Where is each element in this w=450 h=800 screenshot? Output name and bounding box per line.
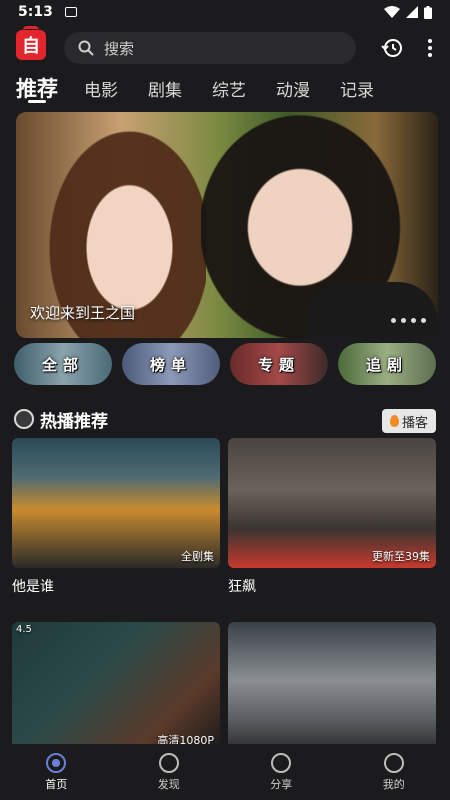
chip-following[interactable]: 追剧 [338, 343, 436, 385]
banner-page-indicator [391, 318, 426, 323]
tab-series[interactable]: 剧集 [148, 76, 182, 101]
rating-badge: 4.5 [16, 624, 32, 635]
signal-icon [406, 6, 418, 18]
chip-topics[interactable]: 专题 [230, 343, 328, 385]
profile-icon [383, 752, 404, 773]
featured-banner[interactable]: 欢迎来到王之国 [16, 112, 438, 338]
tab-documentary[interactable]: 记录 [340, 76, 374, 101]
nav-label: 分享 [270, 777, 293, 791]
bottom-navigation: 首页 发现 分享 我的 [0, 744, 450, 800]
nav-label: 发现 [157, 777, 180, 791]
video-poster: 4.5 高清1080P [12, 622, 220, 752]
episode-badge: 全剧集 [181, 550, 214, 563]
status-bar: 5:13 [0, 0, 450, 24]
nav-discover[interactable]: 发现 [113, 744, 226, 800]
section-title: 热播推荐 [40, 412, 108, 432]
app-bar: 自 搜索 [0, 26, 450, 68]
banner-caption: 欢迎来到王之国 [30, 304, 136, 322]
history-icon[interactable] [380, 36, 404, 60]
image-notification-icon [64, 7, 77, 17]
status-icons [384, 5, 432, 19]
episode-badge: 更新至39集 [372, 550, 430, 563]
video-title: 狂飙 [228, 579, 256, 595]
video-card[interactable]: 4.5 高清1080P [12, 622, 220, 752]
search-input[interactable]: 搜索 [64, 32, 356, 64]
wifi-icon [384, 6, 400, 18]
nav-label: 首页 [45, 777, 68, 791]
discover-icon [158, 752, 179, 773]
search-icon [78, 40, 94, 56]
video-card[interactable] [228, 622, 436, 752]
nav-profile[interactable]: 我的 [338, 744, 450, 800]
video-poster [228, 622, 436, 752]
tab-active-indicator [28, 100, 46, 103]
nav-share[interactable]: 分享 [225, 744, 338, 800]
status-time: 5:13 [18, 4, 53, 20]
app-logo[interactable]: 自 [16, 26, 46, 60]
video-card[interactable]: 全剧集 他是谁 [12, 438, 220, 596]
chip-all[interactable]: 全部 [14, 343, 112, 385]
video-poster: 全剧集 [12, 438, 220, 568]
video-poster: 更新至39集 [228, 438, 436, 568]
video-title: 他是谁 [12, 579, 54, 595]
quick-filter-chips: 全部 榜单 专题 追剧 [14, 343, 436, 385]
share-icon [271, 752, 292, 773]
flame-icon [389, 415, 399, 427]
chip-rankings[interactable]: 榜单 [122, 343, 220, 385]
hot-icon [14, 409, 34, 429]
tab-movies[interactable]: 电影 [84, 76, 118, 101]
tab-variety[interactable]: 综艺 [212, 76, 246, 101]
podcast-label: 播客 [401, 415, 428, 431]
video-card[interactable]: 更新至39集 狂飙 [228, 438, 436, 596]
tab-recommend[interactable]: 推荐 [16, 73, 58, 103]
home-icon [46, 752, 67, 773]
tab-anime[interactable]: 动漫 [276, 76, 310, 101]
nav-home[interactable]: 首页 [0, 744, 113, 800]
section-header: 热播推荐 播客 [14, 405, 436, 433]
nav-label: 我的 [382, 777, 405, 791]
podcast-button[interactable]: 播客 [381, 409, 436, 433]
battery-icon [424, 5, 432, 19]
more-options-icon[interactable] [422, 36, 438, 60]
category-tabs: 推荐 电影 剧集 综艺 动漫 记录 [0, 70, 450, 110]
search-placeholder: 搜索 [104, 39, 135, 58]
